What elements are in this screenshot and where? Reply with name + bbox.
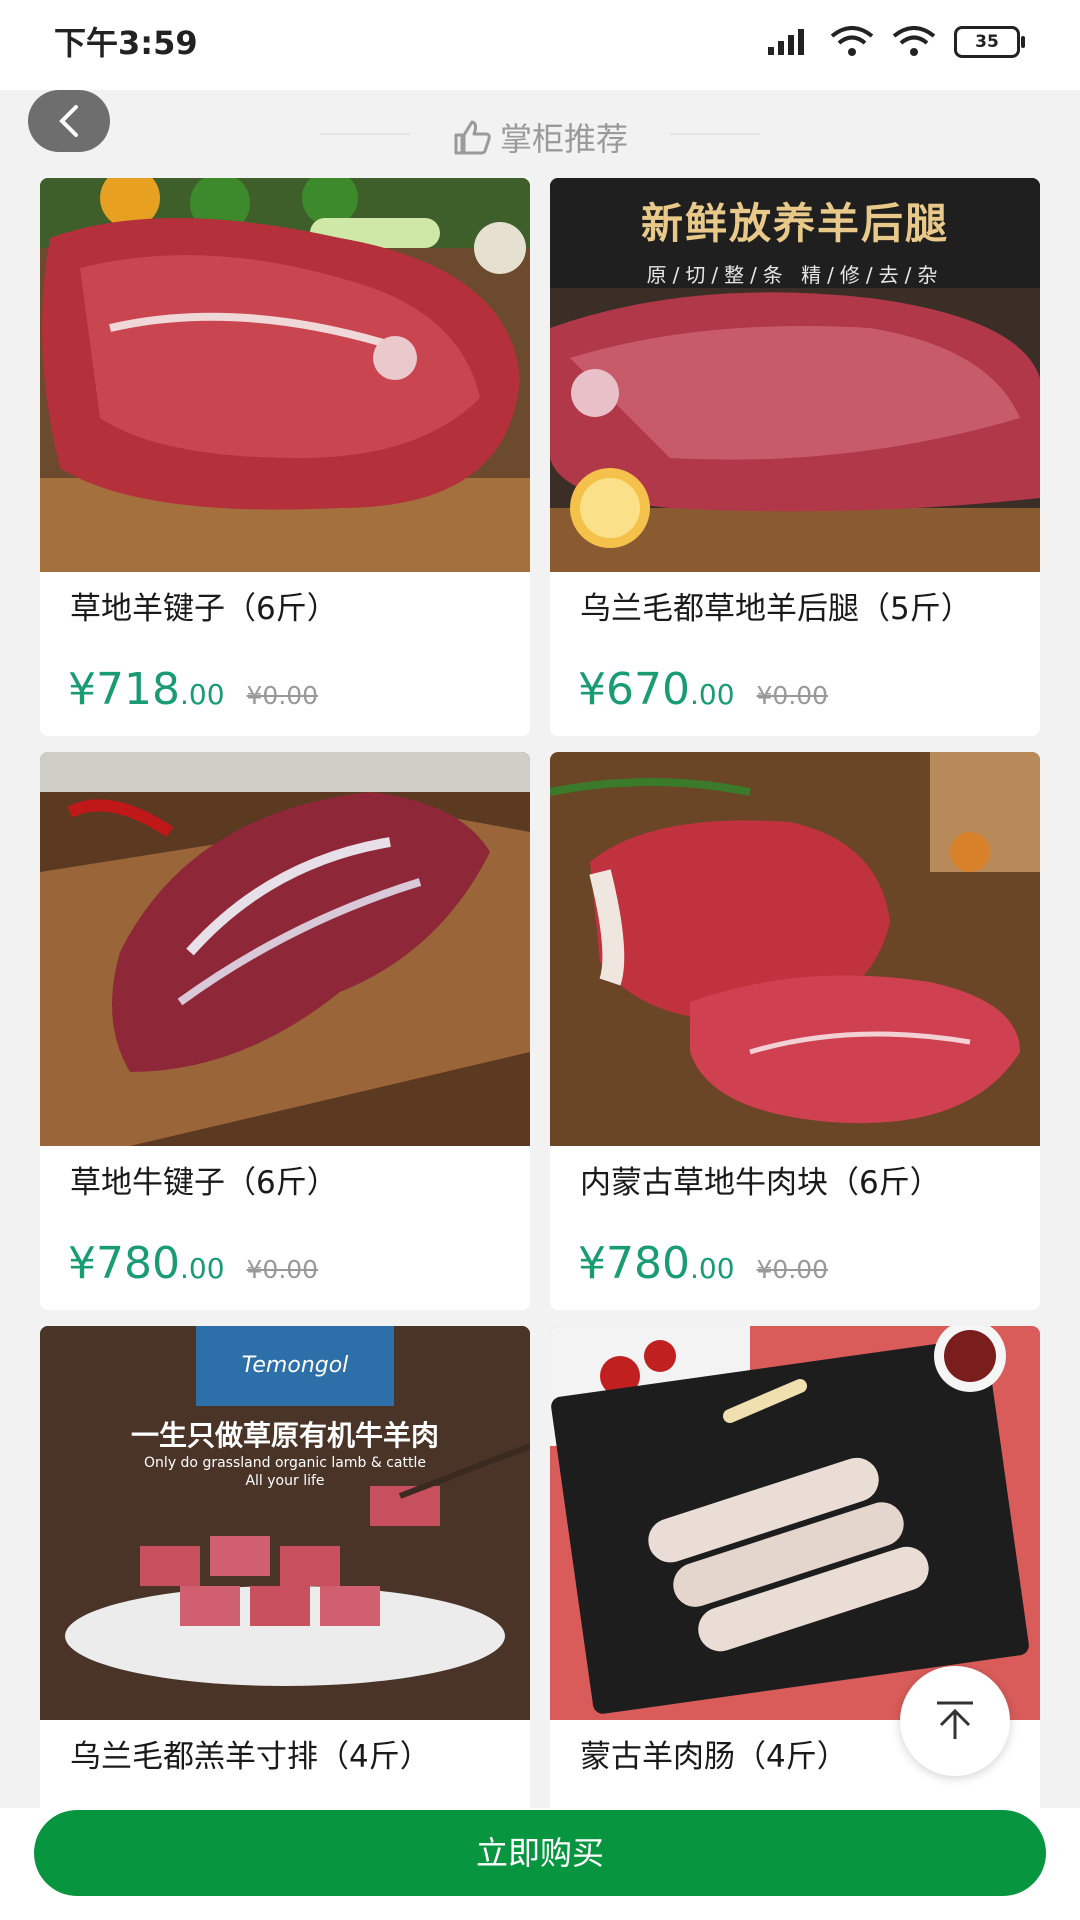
product-price: ¥780 <box>578 1238 690 1289</box>
product-price: ¥780 <box>68 1238 180 1289</box>
arrow-up-icon <box>937 1701 973 1739</box>
original-price: ¥0.00 <box>756 681 829 710</box>
image-banner: 新鲜放养羊后腿 原/切/整/条 精/修/去/杂 <box>550 178 1040 288</box>
product-title: 乌兰毛都草地羊后腿（5斤） <box>580 591 972 627</box>
product-card[interactable]: Temongol 一生只做草原有机牛羊肉 Only do grassland o… <box>40 1326 530 1808</box>
product-price-decimal: .00 <box>689 678 735 711</box>
status-icons: 35 <box>764 22 1025 62</box>
product-price: ¥670 <box>578 664 690 715</box>
product-image: 新鲜放养羊后腿 原/切/整/条 精/修/去/杂 <box>550 178 1040 572</box>
wifi-icon <box>892 26 936 56</box>
scroll-to-top-button[interactable] <box>900 1666 1010 1776</box>
page-title: 掌柜推荐 <box>0 114 1080 160</box>
product-grid: 草地羊键子（6斤） ¥718 .00 ¥0.00 新鲜放养羊后腿 原/切/整/条… <box>40 178 1040 1808</box>
page-title-text: 掌柜推荐 <box>499 120 628 158</box>
product-title: 草地羊键子（6斤） <box>70 591 338 627</box>
product-image <box>550 752 1040 1146</box>
buy-now-button[interactable]: 立即购买 <box>34 1810 1046 1896</box>
product-image <box>40 178 530 572</box>
product-card[interactable]: 草地羊键子（6斤） ¥718 .00 ¥0.00 <box>40 178 530 736</box>
page-header: 掌柜推荐 <box>0 90 1080 178</box>
product-image <box>550 1326 1040 1720</box>
product-card[interactable]: 草地牛键子（6斤） ¥780 .00 ¥0.00 <box>40 752 530 1310</box>
product-title: 乌兰毛都羔羊寸排（4斤） <box>70 1739 431 1775</box>
brand-badge: Temongol <box>196 1326 394 1406</box>
image-subline: All your life <box>245 1473 325 1489</box>
product-price: ¥718 <box>68 664 180 715</box>
product-card[interactable]: 新鲜放养羊后腿 原/切/整/条 精/修/去/杂 乌兰毛都草地羊后腿（5斤） ¥6… <box>550 178 1040 736</box>
image-subline: Only do grassland organic lamb & cattle <box>144 1455 426 1471</box>
image-subline: 原/切/整/条 精/修/去/杂 <box>646 263 944 287</box>
image-headline: 一生只做草原有机牛羊肉 <box>130 1419 439 1452</box>
product-title: 草地牛键子（6斤） <box>70 1165 338 1201</box>
product-price-decimal: .00 <box>179 678 225 711</box>
price-row: ¥780 .00 ¥0.00 <box>68 1238 318 1289</box>
original-price: ¥0.00 <box>756 1255 829 1284</box>
product-image <box>40 752 530 1146</box>
status-bar: 下午3:59 35 <box>0 0 1080 90</box>
product-price-decimal: .00 <box>179 1252 225 1285</box>
battery-indicator: 35 <box>954 26 1025 58</box>
original-price: ¥0.00 <box>246 1255 319 1284</box>
price-row: ¥780 .00 ¥0.00 <box>578 1238 828 1289</box>
status-time: 下午3:59 <box>54 24 198 62</box>
image-headline: 新鲜放养羊后腿 <box>640 199 949 248</box>
price-row: ¥718 .00 ¥0.00 <box>68 664 318 715</box>
original-price: ¥0.00 <box>246 681 319 710</box>
wifi-icon <box>830 26 874 56</box>
thumbs-up-icon <box>454 120 491 155</box>
product-card[interactable]: 内蒙古草地牛肉块（6斤） ¥780 .00 ¥0.00 <box>550 752 1040 1310</box>
price-row: ¥670 .00 ¥0.00 <box>578 664 828 715</box>
product-image: Temongol 一生只做草原有机牛羊肉 Only do grassland o… <box>40 1326 530 1720</box>
product-title: 内蒙古草地牛肉块（6斤） <box>580 1165 941 1201</box>
signal-icon <box>768 29 804 55</box>
product-price-decimal: .00 <box>689 1252 735 1285</box>
image-overlay-text: 一生只做草原有机牛羊肉 Only do grassland organic la… <box>40 1414 530 1490</box>
